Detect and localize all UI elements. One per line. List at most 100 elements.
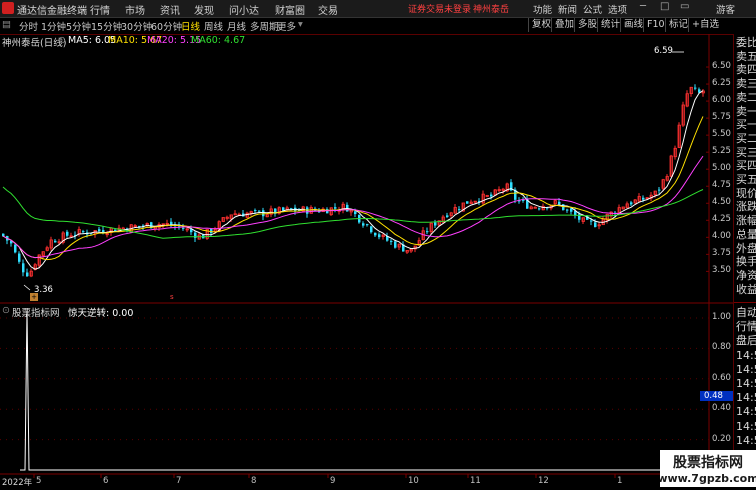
btn-f10[interactable]: F10: [643, 18, 668, 32]
menu-wealth[interactable]: 财富圈: [275, 2, 305, 17]
trade-time-label: 盘后: [736, 334, 756, 348]
tab-5min[interactable]: 5分钟: [66, 19, 91, 33]
indicator-name: 惊天逆转: 0.00: [68, 308, 134, 319]
candle-body: [558, 201, 561, 205]
tab-1min[interactable]: 1分钟: [41, 19, 66, 33]
date-axis-label: 1: [617, 476, 623, 486]
tool-formula[interactable]: 公式: [583, 2, 602, 16]
minimize-icon[interactable]: ─: [640, 1, 646, 12]
tool-options[interactable]: 选项: [608, 2, 627, 16]
tab-more[interactable]: 更多: [277, 19, 296, 33]
date-axis-label: 6: [103, 476, 109, 486]
price-axis-label: 5.25: [712, 146, 731, 157]
menu-quotes[interactable]: 行情: [90, 2, 110, 17]
quote-panel-label: 买三: [736, 145, 756, 159]
trade-time-label: 14:50: [736, 405, 756, 419]
tab-daily[interactable]: 日线: [181, 19, 200, 33]
ma60-line: [2, 186, 704, 239]
quote-panel-label: 卖二: [736, 90, 756, 104]
quote-panel-label: 收益: [736, 282, 756, 296]
date-axis-label: 5: [36, 476, 42, 486]
chart-area[interactable]: [0, 34, 733, 487]
tab-30min[interactable]: 30分钟: [121, 19, 152, 33]
indicator-settings-icon[interactable]: ⊙: [2, 305, 10, 316]
quote-panel-label: 涨幅: [736, 214, 756, 228]
price-axis-label: 3.75: [712, 248, 731, 259]
candle-body: [22, 263, 25, 273]
date-axis-label: 10: [408, 476, 419, 486]
user-guest[interactable]: 游客: [716, 2, 735, 16]
high-price-mark: 6.59: [654, 46, 673, 56]
app-title: 通达信金融终端: [17, 6, 87, 17]
tab-60min[interactable]: 60分钟: [151, 19, 182, 33]
chevron-down-icon[interactable]: ▾: [298, 19, 303, 30]
candle-body: [374, 232, 377, 236]
tab-timeshare[interactable]: 分时: [19, 19, 38, 33]
quote-panel-label: 买二: [736, 131, 756, 145]
trade-time-label: 14:50: [736, 362, 756, 376]
date-axis-label: 11: [470, 476, 481, 486]
candle-body: [694, 87, 697, 89]
indicator-axis-label: 0.40: [712, 403, 731, 414]
current-stock[interactable]: 神州泰岳: [473, 2, 509, 15]
candle-body: [82, 231, 85, 233]
quote-panel-divider: [734, 302, 756, 303]
quote-panel-label: 买五: [736, 173, 756, 186]
trade-time-label: 14:50: [736, 419, 756, 433]
candle-body: [282, 207, 285, 211]
candle-body: [642, 197, 645, 200]
tab-multi-period[interactable]: 多周期: [250, 19, 279, 33]
candle-body: [458, 209, 461, 211]
quote-panel-label: 外盘: [736, 241, 756, 255]
tab-15min[interactable]: 15分钟: [91, 19, 122, 33]
btn-add-watchlist[interactable]: +自选: [688, 18, 722, 32]
quote-panel-label: 卖五: [736, 49, 756, 63]
price-axis-label: 6.00: [712, 95, 731, 106]
candle-body: [366, 224, 369, 226]
tab-weekly[interactable]: 周线: [204, 19, 223, 33]
tab-monthly[interactable]: 月线: [227, 19, 246, 33]
menu-market[interactable]: 市场: [125, 2, 145, 17]
quote-panel-label: 买一: [736, 118, 756, 132]
candle-body: [334, 207, 337, 209]
candle-body: [590, 220, 593, 222]
trade-time-label: 14:50: [736, 348, 756, 362]
menu-ask[interactable]: 问小达: [229, 2, 259, 17]
ma20-line: [2, 155, 704, 259]
quote-panel: 委比 卖五 卖四 卖三 卖二 卖一 买一 买二 买三 买四 买五 现价 涨跌 涨幅 总量 外盘 换手 净资 收益 自动…: [733, 34, 756, 487]
event-marker-icon[interactable]: +: [30, 293, 38, 301]
tool-functions[interactable]: 功能: [533, 2, 552, 16]
trade-time-label: 14:50: [736, 433, 756, 447]
quote-panel-label: 委比: [736, 36, 756, 49]
price-axis-label: 3.50: [712, 265, 731, 276]
svg-text:股票指标网: 股票指标网: [673, 454, 743, 471]
restore-icon[interactable]: □: [660, 1, 669, 12]
candle-body: [14, 244, 17, 253]
candle-body: [566, 209, 569, 211]
date-axis-label: 12: [538, 476, 549, 486]
menu-news[interactable]: 资讯: [160, 2, 180, 17]
trade-time-label: 自动: [736, 306, 756, 319]
price-axis-label: 4.75: [712, 180, 731, 191]
date-axis-label: 8: [251, 476, 257, 486]
quote-panel-label: 卖四: [736, 63, 756, 77]
ma10-line: [2, 116, 704, 261]
candle-body: [394, 241, 397, 248]
price-axis-label: 5.75: [712, 112, 731, 123]
menu-trade[interactable]: 交易: [318, 2, 338, 17]
toolbar-menu-icon[interactable]: ▤: [2, 19, 11, 30]
trade-time-label: 14:50: [736, 391, 756, 405]
quote-panel-label: 卖三: [736, 77, 756, 91]
candle-body: [262, 210, 265, 217]
ma5-line: [2, 90, 704, 270]
event-marker-icon[interactable]: s: [170, 293, 174, 301]
quote-panel-label: 净资: [736, 268, 756, 282]
candle-body: [254, 210, 257, 212]
tool-news[interactable]: 新闻: [558, 2, 577, 16]
maximize-icon[interactable]: ▭: [680, 1, 689, 12]
low-arrow: [23, 284, 31, 291]
login-alert[interactable]: 证券交易未登录: [408, 2, 471, 15]
indicator-axis-label: 0.80: [712, 342, 731, 353]
menu-discover[interactable]: 发现: [194, 2, 214, 17]
svg-text:www.7gpzb.com: www.7gpzb.com: [660, 472, 756, 485]
